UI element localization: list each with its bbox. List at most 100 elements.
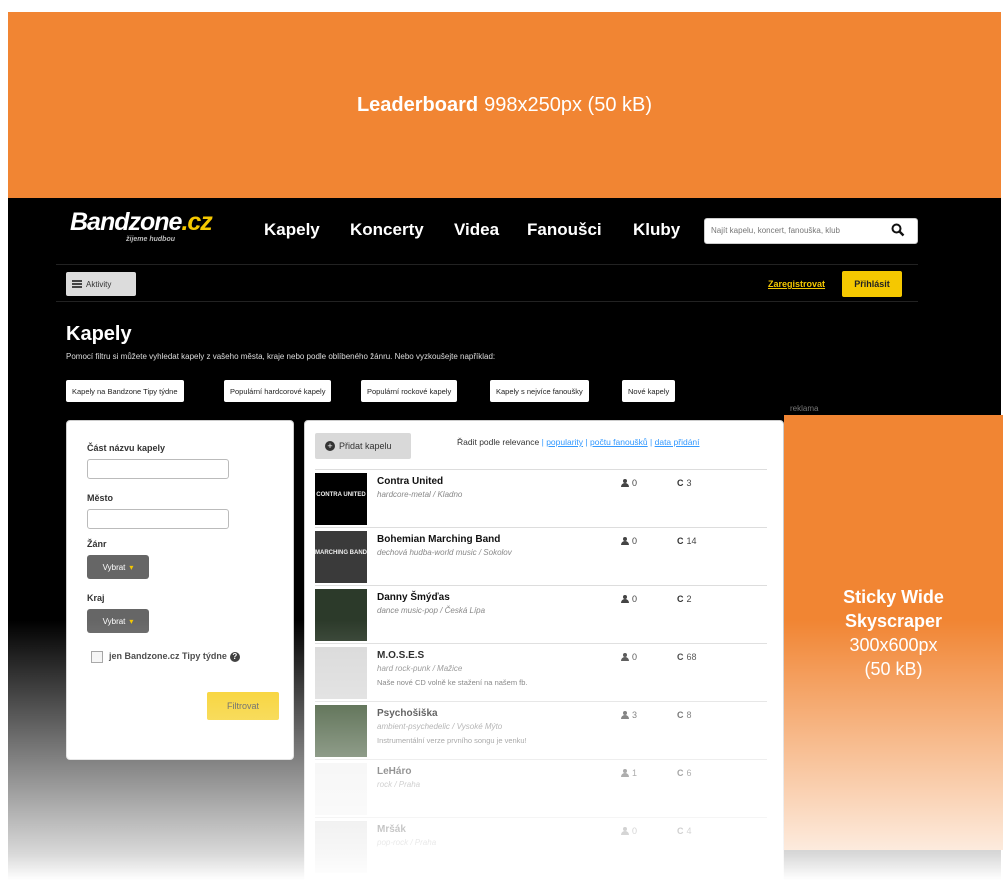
- activity-label: Aktivity: [86, 279, 112, 289]
- nav-kapely[interactable]: Kapely: [264, 220, 320, 240]
- skyscraper-title-line1: Sticky Wide: [843, 586, 944, 607]
- band-name[interactable]: LeHáro: [377, 766, 411, 777]
- add-band-button[interactable]: + Přidat kapelu: [315, 433, 411, 459]
- tag-tipy-tydne[interactable]: Kapely na Bandzone Tipy týdne: [66, 380, 184, 402]
- genre-select[interactable]: Vybrat ▾: [87, 555, 149, 579]
- login-button[interactable]: Přihlásit: [842, 271, 902, 297]
- band-plays: C4: [677, 826, 692, 836]
- activity-button[interactable]: Aktivity: [66, 272, 136, 296]
- logo-tagline: žijeme hudbou: [126, 236, 175, 243]
- caret-down-icon: ▾: [129, 616, 134, 626]
- plays-count: 8: [686, 710, 692, 720]
- band-thumbnail[interactable]: [315, 705, 367, 757]
- leaderboard-title: Leaderboard: [356, 93, 479, 116]
- genre-filter-label: Žánr: [87, 539, 107, 549]
- band-thumbnail[interactable]: CONTRA UNITED: [315, 473, 367, 525]
- intro-text: Pomocí filtru si můžete vyhledat kapely …: [66, 352, 496, 361]
- band-fans: 1: [621, 768, 637, 778]
- genre-select-label: Vybrat: [102, 562, 126, 572]
- band-genre-location: dance music-pop / Česká Lípa: [377, 606, 486, 615]
- tag-hardcore[interactable]: Populární hardcorové kapely: [224, 380, 332, 402]
- band-genre-location: rock / Praha: [377, 780, 421, 789]
- search-icon[interactable]: [891, 223, 905, 237]
- region-select[interactable]: Vybrat ▾: [87, 609, 149, 633]
- page-canvas: Leaderboard 998x250px (50 kB) Bandzone.c…: [0, 0, 1003, 880]
- band-row[interactable]: Psychošiška ambient-psychedelic / Vysoké …: [315, 701, 767, 759]
- fans-count: 0: [632, 652, 638, 662]
- tipy-tydne-checkbox[interactable]: [91, 651, 103, 663]
- plays-count: 14: [686, 536, 697, 546]
- checkbox-label-text: jen Bandzone.cz Tipy týdne: [109, 651, 227, 661]
- skyscraper-title-line2: Skyscraper: [844, 610, 943, 631]
- thumbnail-caption: CONTRA UNITED: [316, 492, 366, 498]
- band-row[interactable]: MARCHING BAND Bohemian Marching Band decho…: [315, 527, 767, 585]
- fans-icon: [621, 595, 629, 603]
- tag-rock[interactable]: Populární rockové kapely: [361, 380, 458, 402]
- logo-tld: .cz: [181, 208, 212, 236]
- refresh-icon: C: [677, 536, 684, 546]
- band-row[interactable]: LeHáro rock / Praha 1 C 6: [315, 759, 767, 817]
- band-fans: 0: [621, 594, 637, 604]
- fans-icon: [621, 711, 629, 719]
- band-genre-location: dechová hudba-world music / Sokolov: [377, 548, 512, 557]
- name-filter-input[interactable]: [87, 459, 229, 479]
- band-thumbnail[interactable]: [315, 821, 367, 873]
- sort-fans[interactable]: počtu fanoušků: [590, 437, 648, 447]
- sort-options: Řadit podle relevance | popularity | poč…: [457, 437, 700, 447]
- fans-icon: [621, 769, 629, 777]
- search-input[interactable]: Najít kapelu, koncert, fanouška, klub: [704, 218, 918, 244]
- band-thumbnail[interactable]: [315, 589, 367, 641]
- refresh-icon: C: [677, 478, 684, 488]
- sort-popularity[interactable]: popularity: [546, 437, 583, 447]
- band-name[interactable]: M.O.S.E.S: [377, 650, 424, 661]
- tipy-tydne-checkbox-label: jen Bandzone.cz Tipy týdne?: [109, 651, 240, 662]
- band-name[interactable]: Mršák: [377, 824, 406, 835]
- fans-icon: [621, 827, 629, 835]
- nav-kluby[interactable]: Kluby: [633, 220, 680, 240]
- ad-label: reklama: [790, 404, 819, 413]
- band-name[interactable]: Bohemian Marching Band: [377, 534, 500, 545]
- band-thumbnail[interactable]: MARCHING BAND: [315, 531, 367, 583]
- nav-videa[interactable]: Videa: [454, 220, 499, 240]
- site-logo[interactable]: Bandzone.cz: [70, 208, 213, 237]
- leaderboard-ad-placeholder: Leaderboard 998x250px (50 kB): [8, 12, 1001, 198]
- band-row[interactable]: CONTRA UNITED Contra United hardcore-metal…: [315, 469, 767, 527]
- band-thumbnail[interactable]: [315, 647, 367, 699]
- skyscraper-weight: (50 kB): [864, 658, 923, 679]
- tag-most-fans[interactable]: Kapely s nejvíce fanoušky: [490, 380, 589, 402]
- tag-new-bands[interactable]: Nové kapely: [622, 380, 676, 402]
- fans-count: 0: [632, 826, 638, 836]
- leaderboard-size: 998x250px (50 kB): [484, 93, 653, 116]
- region-select-label: Vybrat: [102, 616, 126, 626]
- city-filter-label: Město: [87, 493, 114, 503]
- band-thumbnail[interactable]: [315, 763, 367, 815]
- logo-main: Bandzone: [70, 208, 182, 236]
- band-fans: 0: [621, 652, 637, 662]
- filter-submit-button[interactable]: Filtrovat: [207, 692, 279, 720]
- nav-koncerty[interactable]: Koncerty: [350, 220, 424, 240]
- band-row[interactable]: Danny Šmýďas dance music-pop / Česká Lípa…: [315, 585, 767, 643]
- band-row[interactable]: Mršák pop-rock / Praha 0 C 4: [315, 817, 767, 875]
- band-note: Naše nové CD volně ke stažení na našem f…: [377, 678, 528, 687]
- thumbnail-caption: MARCHING BAND: [315, 550, 367, 556]
- band-plays: C 68: [677, 652, 697, 662]
- register-link[interactable]: Zaregistrovat: [768, 279, 825, 289]
- caret-down-icon: ▾: [129, 562, 134, 572]
- fans-icon: [621, 479, 629, 487]
- fans-count: 0: [632, 594, 638, 604]
- band-plays: C 14: [677, 536, 697, 546]
- plays-count: 68: [686, 652, 697, 662]
- plays-count: 2: [686, 594, 692, 604]
- fans-icon: [621, 653, 629, 661]
- nav-fanousci[interactable]: Fanoušci: [527, 220, 602, 240]
- band-name[interactable]: Danny Šmýďas: [377, 592, 450, 603]
- fans-count: 1: [632, 768, 638, 778]
- band-row[interactable]: M.O.S.E.S hard rock-punk / Mažice Naše nov…: [315, 643, 767, 701]
- city-filter-input[interactable]: [87, 509, 229, 529]
- band-name[interactable]: Contra United: [377, 476, 443, 487]
- results-panel: + Přidat kapelu Řadit podle relevance | …: [304, 420, 784, 880]
- refresh-icon: C: [677, 826, 684, 836]
- help-icon[interactable]: ?: [229, 652, 240, 662]
- sort-date[interactable]: data přidání: [655, 437, 700, 447]
- band-name[interactable]: Psychošiška: [377, 708, 438, 719]
